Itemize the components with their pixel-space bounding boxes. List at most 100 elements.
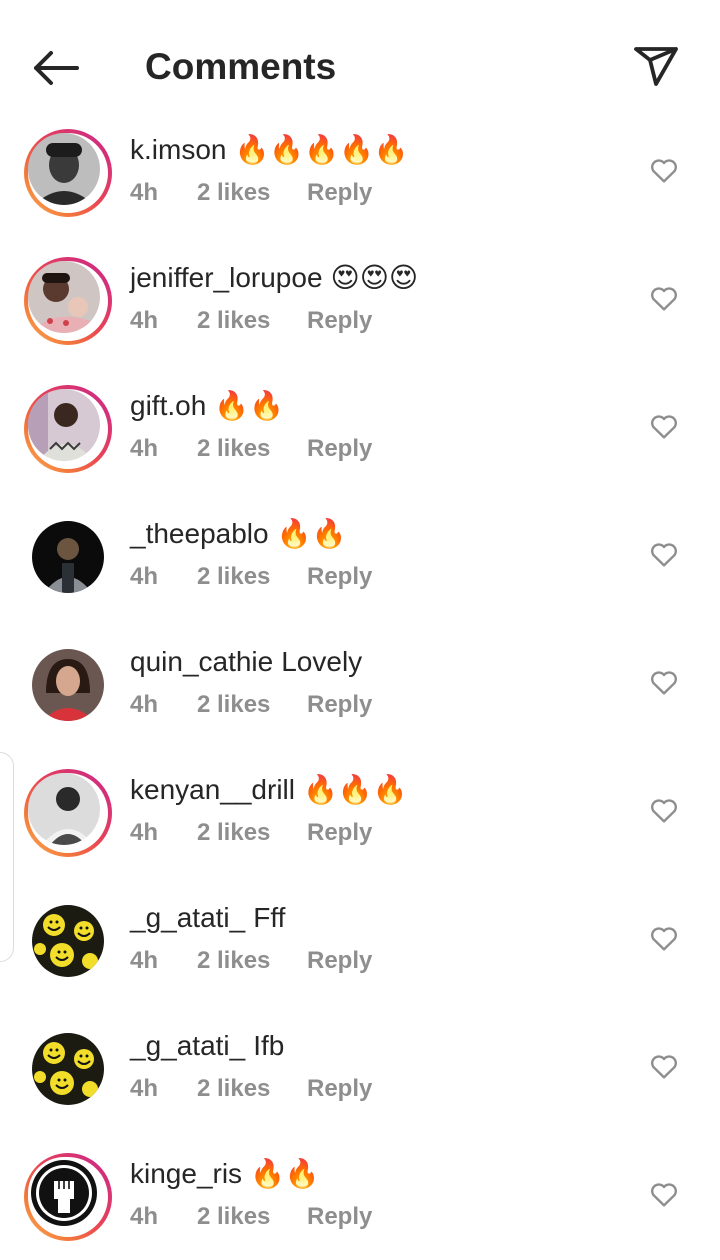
comments-list: k.imson 🔥🔥🔥🔥🔥 4h 2 likes Reply jeniffer_lorup… [0, 108, 720, 1260]
comment-text: Ifb [253, 1030, 285, 1061]
comment-row: _g_atati_ Ifb 4h 2 likes Reply [0, 1004, 720, 1132]
comment-meta: 4h 2 likes Reply [130, 306, 372, 336]
avatar-image [28, 389, 100, 461]
comment-username[interactable]: _g_atati_ [130, 902, 245, 933]
comment-username[interactable]: jeniffer_lorupoe [130, 262, 323, 293]
reply-button[interactable]: Reply [307, 434, 372, 464]
comment-row: jeniffer_lorupoe 😍😍😍 4h 2 likes Reply [0, 236, 720, 364]
avatar-image [32, 521, 104, 593]
like-button[interactable] [648, 1178, 680, 1210]
reply-button[interactable]: Reply [307, 1074, 372, 1104]
comment-body: k.imson 🔥🔥🔥🔥🔥 [130, 132, 409, 168]
avatar-image [28, 1157, 100, 1229]
heart-outline-icon [651, 1055, 677, 1079]
arrow-left-icon [34, 51, 79, 85]
comment-body: _g_atati_ Ifb [130, 1028, 284, 1064]
edge-panel-handle[interactable] [0, 752, 14, 962]
heart-outline-icon [651, 927, 677, 951]
comment-time: 4h [130, 563, 159, 590]
heart-outline-icon [651, 287, 677, 311]
comment-text: 🔥🔥 [214, 390, 285, 421]
comment-likes[interactable]: 2 likes [197, 690, 307, 720]
avatar[interactable] [24, 1153, 112, 1241]
comment-username[interactable]: _g_atati_ [130, 1030, 245, 1061]
comment-likes[interactable]: 2 likes [197, 178, 307, 208]
comment-text: 🔥🔥 [250, 1158, 320, 1189]
avatar[interactable] [24, 641, 112, 729]
comment-row: k.imson 🔥🔥🔥🔥🔥 4h 2 likes Reply [0, 108, 720, 236]
comment-username[interactable]: gift.oh [130, 390, 206, 421]
comment-text: 🔥🔥🔥 [303, 774, 408, 805]
share-button[interactable] [628, 38, 684, 94]
comment-row: _theepablo 🔥🔥 4h 2 likes Reply [0, 492, 720, 620]
comment-body: _g_atati_ Fff [130, 900, 285, 936]
heart-outline-icon [651, 799, 677, 823]
reply-button[interactable]: Reply [307, 178, 372, 208]
avatar-image [32, 1033, 104, 1105]
heart-outline-icon [651, 671, 677, 695]
avatar[interactable] [24, 769, 112, 857]
heart-outline-icon [651, 1183, 677, 1207]
comment-meta: 4h 2 likes Reply [130, 178, 372, 208]
reply-button[interactable]: Reply [307, 1202, 372, 1232]
comment-text: 🔥🔥 [276, 518, 347, 549]
comment-body: kinge_ris 🔥🔥 [130, 1156, 320, 1192]
comment-username[interactable]: k.imson [130, 134, 226, 165]
avatar[interactable] [24, 897, 112, 985]
reply-button[interactable]: Reply [307, 946, 372, 976]
like-button[interactable] [648, 922, 680, 954]
avatar[interactable] [24, 257, 112, 345]
reply-button[interactable]: Reply [307, 306, 372, 336]
reply-button[interactable]: Reply [307, 690, 372, 720]
comment-body: _theepablo 🔥🔥 [130, 516, 346, 552]
comment-likes[interactable]: 2 likes [197, 818, 307, 848]
comment-body: jeniffer_lorupoe 😍😍😍 [130, 260, 418, 296]
comment-username[interactable]: kinge_ris [130, 1158, 242, 1189]
comment-meta: 4h 2 likes Reply [130, 818, 372, 848]
avatar[interactable] [24, 1025, 112, 1113]
avatar-image [28, 773, 100, 845]
comment-time: 4h [130, 1075, 159, 1102]
avatar-image [32, 649, 104, 721]
comment-likes[interactable]: 2 likes [197, 946, 307, 976]
like-button[interactable] [648, 794, 680, 826]
comment-time: 4h [130, 307, 159, 334]
comment-time: 4h [130, 179, 159, 206]
paper-plane-icon [634, 47, 678, 86]
like-button[interactable] [648, 666, 680, 698]
comment-time: 4h [130, 435, 159, 462]
comment-row: _g_atati_ Fff 4h 2 likes Reply [0, 876, 720, 1004]
comment-row: gift.oh 🔥🔥 4h 2 likes Reply [0, 364, 720, 492]
comment-time: 4h [130, 691, 159, 718]
comment-text: 🔥🔥🔥🔥🔥 [234, 134, 409, 165]
comment-text: Lovely [281, 646, 363, 677]
page-title: Comments [145, 46, 337, 87]
comment-row: kenyan__drill 🔥🔥🔥 4h 2 likes Reply [0, 748, 720, 876]
comment-username[interactable]: _theepablo [130, 518, 269, 549]
comment-time: 4h [130, 1203, 159, 1230]
like-button[interactable] [648, 1050, 680, 1082]
like-button[interactable] [648, 538, 680, 570]
comment-likes[interactable]: 2 likes [197, 562, 307, 592]
comment-username[interactable]: kenyan__drill [130, 774, 295, 805]
reply-button[interactable]: Reply [307, 818, 372, 848]
avatar[interactable] [24, 385, 112, 473]
comment-meta: 4h 2 likes Reply [130, 946, 372, 976]
like-button[interactable] [648, 410, 680, 442]
like-button[interactable] [648, 282, 680, 314]
comment-time: 4h [130, 947, 159, 974]
comment-likes[interactable]: 2 likes [197, 434, 307, 464]
comment-meta: 4h 2 likes Reply [130, 434, 372, 464]
comment-row: kinge_ris 🔥🔥 4h 2 likes Reply [0, 1132, 720, 1260]
like-button[interactable] [648, 154, 680, 186]
comment-likes[interactable]: 2 likes [197, 1074, 307, 1104]
comment-likes[interactable]: 2 likes [197, 1202, 307, 1232]
comment-likes[interactable]: 2 likes [197, 306, 307, 336]
heart-outline-icon [651, 415, 677, 439]
back-button[interactable] [26, 44, 84, 92]
avatar[interactable] [24, 129, 112, 217]
heart-outline-icon [651, 159, 677, 183]
reply-button[interactable]: Reply [307, 562, 372, 592]
comment-username[interactable]: quin_cathie [130, 646, 273, 677]
avatar[interactable] [24, 513, 112, 601]
